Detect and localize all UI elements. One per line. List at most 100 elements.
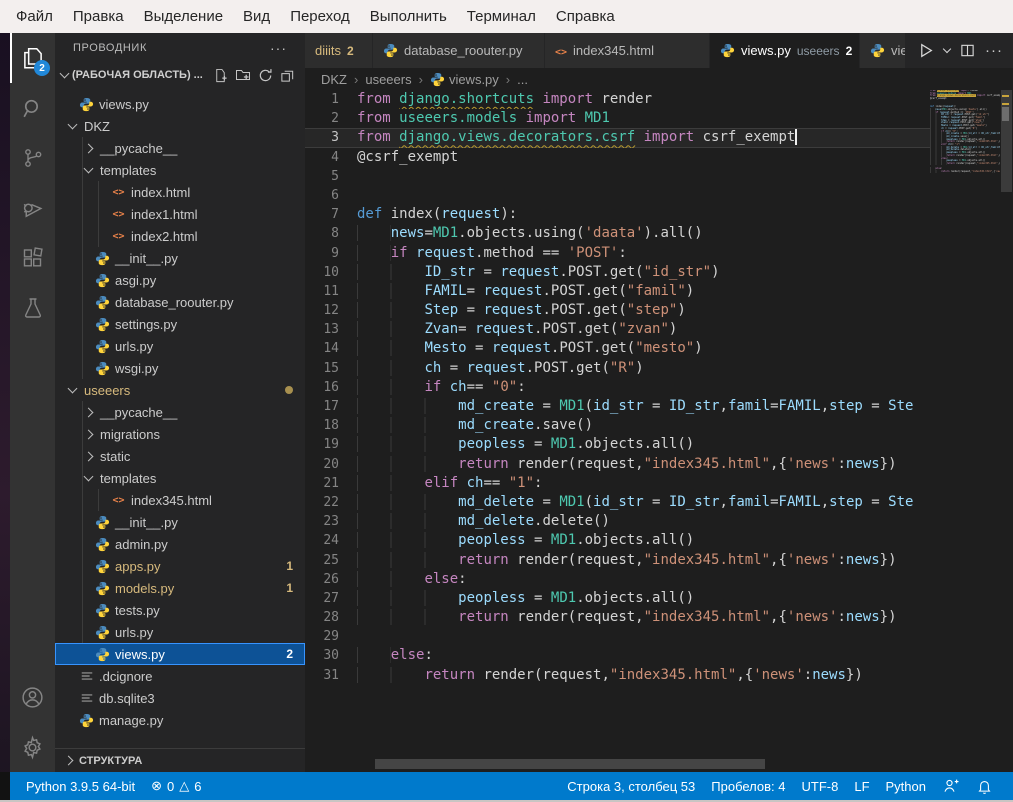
- tree-item-apps.py[interactable]: apps.py1: [55, 555, 305, 577]
- activity-extensions-button[interactable]: [10, 233, 55, 283]
- tree-item-index345.html[interactable]: <>index345.html: [55, 489, 305, 511]
- code-line-22[interactable]: 22 md_delete = MD1(id_str = ID_str,famil…: [305, 493, 930, 512]
- tree-item-__init__.py[interactable]: __init__.py: [55, 511, 305, 533]
- menu-item-Выделение[interactable]: Выделение: [134, 6, 233, 27]
- tree-item-tests.py[interactable]: tests.py: [55, 599, 305, 621]
- more-actions-icon[interactable]: ···: [985, 42, 1003, 59]
- tree-item-DKZ[interactable]: DKZ: [55, 115, 305, 137]
- code-line-11[interactable]: 11 FAMIL= request.POST.get("famil"): [305, 282, 930, 301]
- code-line-5[interactable]: 5: [305, 167, 930, 186]
- breadcrumb-item-...[interactable]: ...: [517, 72, 528, 87]
- tree-item-__pycache__[interactable]: __pycache__: [55, 137, 305, 159]
- tree-item-static[interactable]: static: [55, 445, 305, 467]
- status-cursor-position[interactable]: Строка 3, столбец 53: [559, 779, 703, 794]
- activity-search-button[interactable]: [10, 83, 55, 133]
- breadcrumb[interactable]: DKZ›useeers›views.py›...: [305, 68, 1013, 90]
- run-dropdown-icon[interactable]: [943, 45, 951, 53]
- code-line-12[interactable]: 12 Step = request.POST.get("step"): [305, 301, 930, 320]
- tab-diiits[interactable]: diiits2: [305, 33, 373, 68]
- code-line-9[interactable]: 9 if request.method == 'POST':: [305, 244, 930, 263]
- code-line-16[interactable]: 16 if ch== "0":: [305, 378, 930, 397]
- tree-item-settings.py[interactable]: settings.py: [55, 313, 305, 335]
- code-editor[interactable]: 1from django.shortcuts import render2fro…: [305, 90, 1013, 772]
- menu-item-Правка[interactable]: Правка: [63, 6, 134, 27]
- code-line-3[interactable]: 3from django.views.decorators.csrf impor…: [305, 128, 930, 147]
- code-line-30[interactable]: 30 else:: [305, 646, 930, 665]
- code-line-4[interactable]: 4@csrf_exempt: [305, 148, 930, 167]
- tree-item-views.py[interactable]: views.py: [55, 93, 305, 115]
- code-line-6[interactable]: 6: [305, 186, 930, 205]
- run-button-icon[interactable]: [917, 42, 934, 59]
- tree-item-models.py[interactable]: models.py1: [55, 577, 305, 599]
- tree-item-manage.py[interactable]: manage.py: [55, 709, 305, 731]
- tab-database_roouter.py[interactable]: database_roouter.py: [373, 33, 545, 68]
- code-line-13[interactable]: 13 Zvan= request.POST.get("zvan"): [305, 320, 930, 339]
- tree-item-index1.html[interactable]: <>index1.html: [55, 203, 305, 225]
- new-file-icon[interactable]: [213, 67, 228, 83]
- explorer-more-actions-icon[interactable]: ···: [270, 40, 287, 56]
- collapse-folders-icon[interactable]: [280, 67, 295, 83]
- breadcrumb-item-views.py[interactable]: views.py: [430, 72, 499, 87]
- breadcrumb-item-useeers[interactable]: useeers: [365, 72, 411, 87]
- status-eol[interactable]: LF: [846, 779, 877, 794]
- tab-views.py[interactable]: views.pyuseeers2×: [710, 33, 860, 68]
- code-line-18[interactable]: 18 md_create.save(): [305, 416, 930, 435]
- code-line-8[interactable]: 8 news=MD1.objects.using('daata').all(): [305, 224, 930, 243]
- code-line-14[interactable]: 14 Mesto = request.POST.get("mesto"): [305, 339, 930, 358]
- activity-explorer-button[interactable]: 2: [10, 33, 55, 83]
- tree-item-urls.py[interactable]: urls.py: [55, 335, 305, 357]
- tree-item-urls.py[interactable]: urls.py: [55, 621, 305, 643]
- code-line-19[interactable]: 19 peopless = MD1.objects.all(): [305, 435, 930, 454]
- code-line-24[interactable]: 24 peopless = MD1.objects.all(): [305, 531, 930, 550]
- tree-item-index2.html[interactable]: <>index2.html: [55, 225, 305, 247]
- status-indentation[interactable]: Пробелов: 4: [703, 779, 793, 794]
- menu-item-Терминал[interactable]: Терминал: [457, 6, 546, 27]
- code-line-2[interactable]: 2from useeers.models import MD1: [305, 109, 930, 128]
- code-line-17[interactable]: 17 md_create = MD1(id_str = ID_str,famil…: [305, 397, 930, 416]
- tree-item-admin.py[interactable]: admin.py: [55, 533, 305, 555]
- code-line-15[interactable]: 15 ch = request.POST.get("R"): [305, 359, 930, 378]
- code-line-10[interactable]: 10 ID_str = request.POST.get("id_str"): [305, 263, 930, 282]
- breadcrumb-item-DKZ[interactable]: DKZ: [321, 72, 347, 87]
- code-line-29[interactable]: 29: [305, 627, 930, 646]
- vertical-scrollbar-thumb[interactable]: [1001, 90, 1012, 192]
- refresh-explorer-icon[interactable]: [258, 67, 273, 83]
- tree-item-useeers[interactable]: useeers: [55, 379, 305, 401]
- status-notifications[interactable]: [968, 778, 1001, 795]
- tree-item-migrations[interactable]: migrations: [55, 423, 305, 445]
- code-line-1[interactable]: 1from django.shortcuts import render: [305, 90, 930, 109]
- tree-item-templates[interactable]: templates: [55, 159, 305, 181]
- tree-item-database_roouter.py[interactable]: database_roouter.py: [55, 291, 305, 313]
- tree-item-wsgi.py[interactable]: wsgi.py: [55, 357, 305, 379]
- status-problems[interactable]: ⊗0△6: [143, 778, 209, 794]
- horizontal-scrollbar-thumb[interactable]: [375, 759, 765, 769]
- code-line-23[interactable]: 23 md_delete.delete(): [305, 512, 930, 531]
- vertical-scrollbar[interactable]: [1000, 90, 1013, 772]
- code-line-7[interactable]: 7def index(request):: [305, 205, 930, 224]
- code-line-31[interactable]: 31 return render(request,"index345.html"…: [305, 666, 930, 685]
- code-line-28[interactable]: 28 return render(request,"index345.html"…: [305, 608, 930, 627]
- activity-testing-button[interactable]: [10, 283, 55, 333]
- activity-source-control-button[interactable]: [10, 133, 55, 183]
- tree-item-db.sqlite3[interactable]: db.sqlite3: [55, 687, 305, 709]
- code-line-27[interactable]: 27 peopless = MD1.objects.all(): [305, 589, 930, 608]
- menu-item-Справка[interactable]: Справка: [546, 6, 625, 27]
- status-encoding[interactable]: UTF-8: [794, 779, 847, 794]
- code-line-26[interactable]: 26 else:: [305, 570, 930, 589]
- code-line-25[interactable]: 25 return render(request,"index345.html"…: [305, 551, 930, 570]
- tree-item-index.html[interactable]: <>index.html: [55, 181, 305, 203]
- tab-index345.html[interactable]: <>index345.html: [545, 33, 710, 68]
- tree-item-views.py[interactable]: views.py2: [55, 643, 305, 665]
- workspace-section-header[interactable]: (РАБОЧАЯ ОБЛАСТЬ) ...: [55, 63, 305, 87]
- tree-item-asgi.py[interactable]: asgi.py: [55, 269, 305, 291]
- menu-item-Вид[interactable]: Вид: [233, 6, 280, 27]
- code-line-20[interactable]: 20 return render(request,"index345.html"…: [305, 455, 930, 474]
- tree-item-.dcignore[interactable]: .dcignore: [55, 665, 305, 687]
- menu-item-Переход[interactable]: Переход: [280, 6, 360, 27]
- new-folder-icon[interactable]: [235, 67, 251, 83]
- activity-settings-button[interactable]: [10, 722, 55, 772]
- tree-item-__init__.py[interactable]: __init__.py: [55, 247, 305, 269]
- tab-vie[interactable]: vie: [860, 33, 906, 68]
- tree-item-templates[interactable]: templates: [55, 467, 305, 489]
- split-editor-icon[interactable]: [960, 43, 975, 58]
